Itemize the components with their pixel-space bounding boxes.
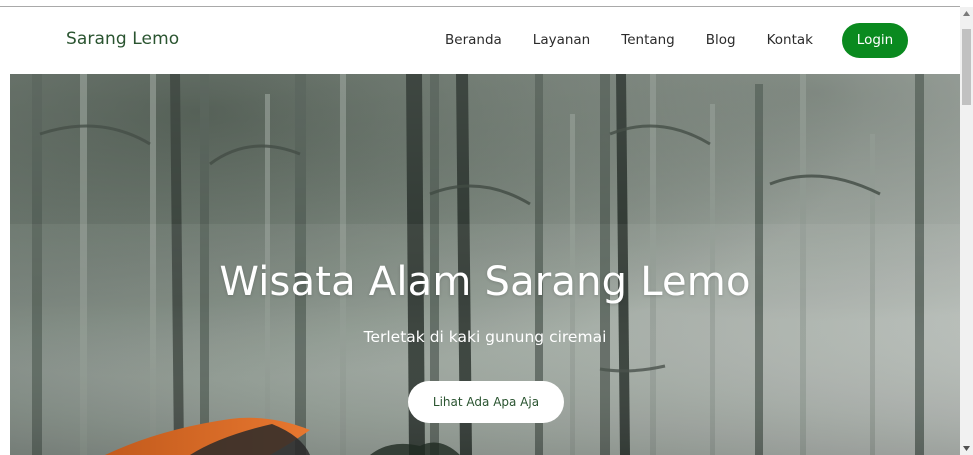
arrow-down-icon[interactable] — [960, 442, 973, 455]
hero-subtitle: Terletak di kaki gunung ciremai — [363, 328, 607, 346]
nav-link-kontak[interactable]: Kontak — [767, 32, 813, 48]
arrow-up-icon[interactable] — [960, 7, 973, 20]
scrollbar-thumb[interactable] — [962, 29, 971, 105]
brand-logo-text[interactable]: Sarang Lemo — [66, 29, 179, 49]
navbar: Sarang Lemo Beranda Layanan Tentang Blog… — [10, 7, 960, 74]
hero-section: Wisata Alam Sarang Lemo Terletak di kaki… — [10, 74, 960, 455]
nav-link-blog[interactable]: Blog — [706, 32, 736, 48]
nav-link-beranda[interactable]: Beranda — [445, 32, 502, 48]
vertical-scrollbar[interactable] — [960, 7, 973, 455]
hero-title: Wisata Alam Sarang Lemo — [219, 259, 751, 305]
browser-viewport: Sarang Lemo Beranda Layanan Tentang Blog… — [0, 0, 973, 455]
nav-link-tentang[interactable]: Tentang — [621, 32, 675, 48]
nav-link-layanan[interactable]: Layanan — [533, 32, 590, 48]
nav-links: Beranda Layanan Tentang Blog Kontak Logi… — [445, 22, 908, 58]
hero-cta-button[interactable]: Lihat Ada Apa Aja — [408, 381, 564, 423]
login-button[interactable]: Login — [842, 22, 908, 58]
